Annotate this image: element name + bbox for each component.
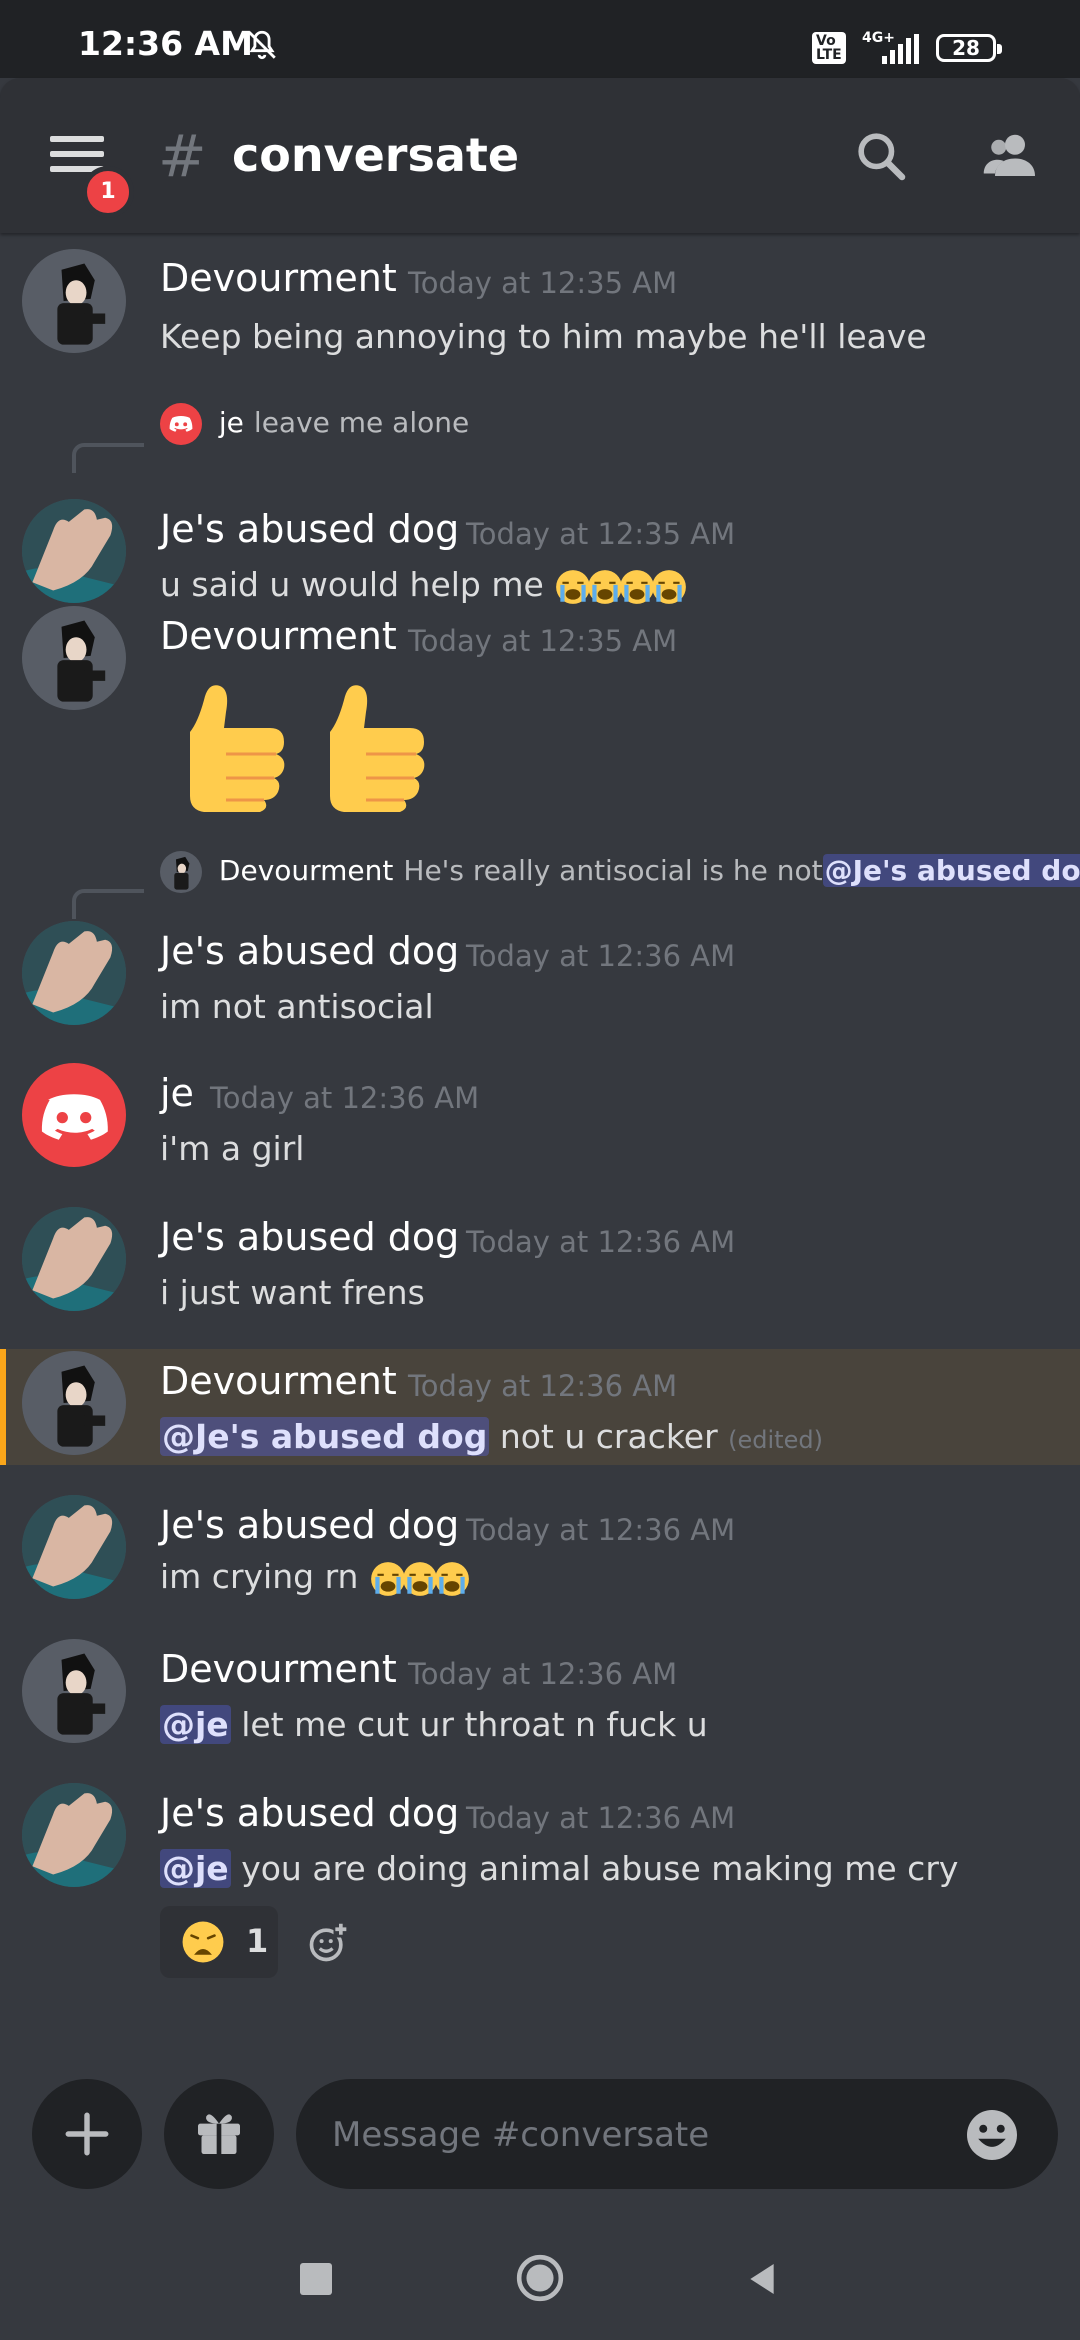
battery-icon: 28 xyxy=(936,34,1002,62)
members-icon[interactable] xyxy=(980,126,1040,186)
mention[interactable]: @Je's abused dog xyxy=(822,854,1080,887)
avatar[interactable] xyxy=(22,499,126,603)
reaction-count: 1 xyxy=(246,1922,269,1960)
reply-text: leave me alone xyxy=(253,406,470,439)
volte-indicator: Vo LTE xyxy=(812,32,846,64)
emoji-picker-icon[interactable] xyxy=(962,2105,1022,2165)
reply-text: He's really antisocial is he not xyxy=(403,854,823,887)
avatar[interactable] xyxy=(22,1639,126,1743)
signal-icon xyxy=(882,34,919,64)
search-icon[interactable] xyxy=(853,128,909,184)
gift-icon xyxy=(198,2114,240,2154)
reply-connector xyxy=(72,443,144,473)
reply-preview[interactable]: Devourment He's really antisocial is he n… xyxy=(160,851,1080,893)
channel-header: 1 # conversate xyxy=(0,78,1080,233)
avatar[interactable] xyxy=(22,1783,126,1887)
message-text: @je you are doing animal abuse making me… xyxy=(160,1849,959,1888)
avatar[interactable] xyxy=(22,249,126,353)
recent-apps-button[interactable] xyxy=(300,2263,332,2295)
avatar[interactable] xyxy=(22,1351,126,1455)
discord-logo-icon xyxy=(41,1094,108,1140)
message-text: i'm a girl xyxy=(160,1129,305,1168)
timestamp: Today at 12:35 AM xyxy=(408,266,678,300)
reply-author: je xyxy=(218,406,244,439)
message-text: i just want frens xyxy=(160,1273,425,1312)
edited-label: (edited) xyxy=(728,1426,823,1454)
system-nav-bar xyxy=(0,2213,1080,2340)
timestamp: Today at 12:36 AM xyxy=(466,1225,736,1259)
notification-badge: 1 xyxy=(82,166,134,218)
reply-avatar xyxy=(160,851,202,893)
author-name[interactable]: Je's abused dog xyxy=(160,929,459,973)
message-text: im crying rn xyxy=(160,1557,469,1598)
message-text: @je let me cut ur throat n fuck u xyxy=(160,1705,708,1744)
timestamp: Today at 12:35 AM xyxy=(408,624,678,658)
home-button[interactable] xyxy=(515,2253,565,2303)
plus-icon xyxy=(65,2112,109,2156)
timestamp: Today at 12:36 AM xyxy=(408,1369,678,1403)
reply-connector xyxy=(72,889,144,919)
avatar[interactable] xyxy=(22,1207,126,1311)
composer-bar xyxy=(0,2063,1080,2213)
author-name[interactable]: Je's abused dog xyxy=(160,507,459,551)
weary-face-icon xyxy=(182,1921,224,1963)
status-bar: 12:36 AM Vo LTE 4G+ 28 xyxy=(0,0,1080,78)
timestamp: Today at 12:35 AM xyxy=(466,517,736,551)
reaction-chip[interactable]: 1 xyxy=(160,1906,278,1978)
mention[interactable]: @je xyxy=(160,1705,231,1744)
channel-title[interactable]: conversate xyxy=(232,128,519,182)
message-text: im not antisocial xyxy=(160,987,434,1026)
author-name[interactable]: Devourment xyxy=(160,1647,397,1691)
author-name[interactable]: Devourment xyxy=(160,1359,397,1403)
thumbs-up-icon xyxy=(160,672,440,812)
message-text: u said u would help me xyxy=(160,565,687,606)
loudly-crying-face-icon xyxy=(369,1557,469,1596)
author-name[interactable]: je xyxy=(160,1071,194,1115)
avatar[interactable] xyxy=(22,921,126,1025)
back-button[interactable] xyxy=(742,2259,782,2299)
reply-author: Devourment xyxy=(218,854,394,887)
avatar[interactable] xyxy=(22,606,126,710)
clock: 12:36 AM xyxy=(78,24,253,63)
add-attachment-button[interactable] xyxy=(32,2079,142,2189)
message-text: @Je's abused dog not u cracker (edited) xyxy=(160,1417,823,1456)
discord-logo-icon xyxy=(160,403,202,445)
message-input[interactable] xyxy=(330,2109,934,2161)
timestamp: Today at 12:36 AM xyxy=(408,1657,678,1691)
loudly-crying-face-icon xyxy=(554,565,687,604)
hash-icon: # xyxy=(158,122,207,190)
message-field[interactable] xyxy=(296,2079,1058,2189)
timestamp: Today at 12:36 AM xyxy=(466,1513,736,1547)
avatar[interactable] xyxy=(22,1495,126,1599)
avatar[interactable] xyxy=(22,1063,126,1167)
author-name[interactable]: Devourment xyxy=(160,256,397,300)
bell-muted-icon xyxy=(248,30,276,60)
add-reaction-icon[interactable] xyxy=(306,1921,350,1965)
message-text: Keep being annoying to him maybe he'll l… xyxy=(160,317,927,356)
mention[interactable]: @Je's abused dog xyxy=(160,1417,490,1456)
author-name[interactable]: Je's abused dog xyxy=(160,1791,459,1835)
gift-button[interactable] xyxy=(164,2079,274,2189)
author-name[interactable]: Je's abused dog xyxy=(160,1503,459,1547)
author-name[interactable]: Je's abused dog xyxy=(160,1215,459,1259)
author-name[interactable]: Devourment xyxy=(160,614,397,658)
timestamp: Today at 12:36 AM xyxy=(466,939,736,973)
timestamp: Today at 12:36 AM xyxy=(210,1081,480,1115)
mention[interactable]: @je xyxy=(160,1849,231,1888)
timestamp: Today at 12:36 AM xyxy=(466,1801,736,1835)
message-list[interactable]: Devourment Today at 12:35 AM Keep being … xyxy=(0,233,1080,2063)
reply-preview[interactable]: je leave me alone xyxy=(160,403,469,445)
